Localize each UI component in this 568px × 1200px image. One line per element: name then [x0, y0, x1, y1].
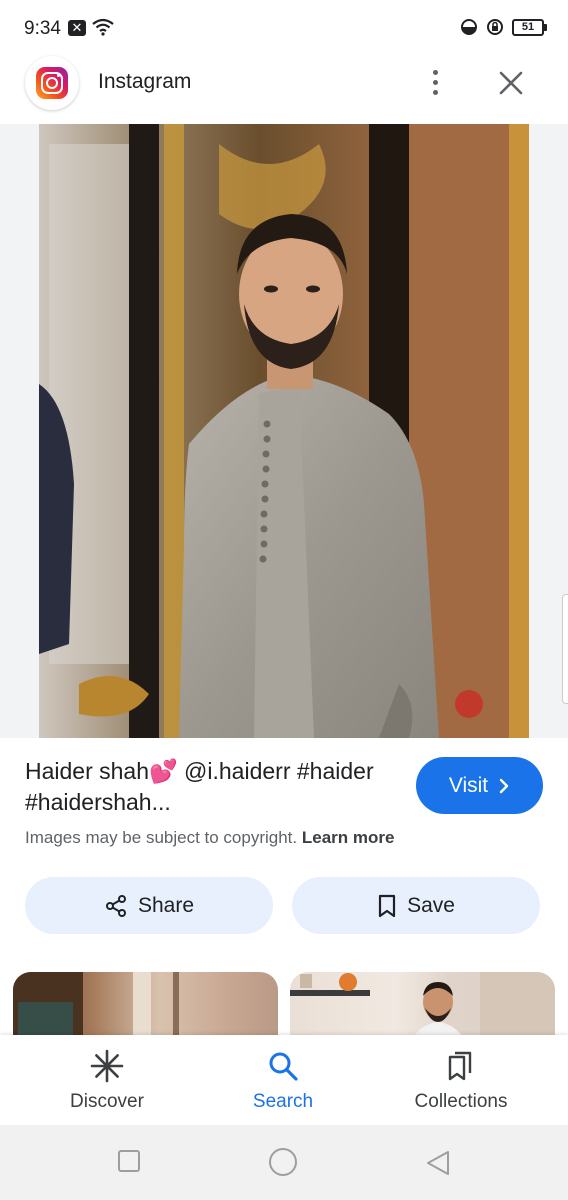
nav-collections[interactable]: Collections [381, 1049, 541, 1113]
save-label: Save [407, 893, 455, 917]
nav-collections-label: Collections [414, 1091, 508, 1112]
vpn-lock-icon [487, 19, 503, 35]
app-header: Instagram [0, 56, 568, 124]
data-saver-icon [461, 19, 477, 35]
learn-more-link[interactable]: Learn more [302, 828, 395, 847]
portrait-photo [39, 124, 529, 738]
nav-search-label: Search [252, 1091, 314, 1112]
collections-icon [448, 1051, 472, 1081]
asterisk-icon [90, 1049, 124, 1083]
system-navigation-bar [0, 1125, 568, 1200]
share-label: Share [137, 893, 195, 917]
related-image-thumbnail[interactable] [290, 972, 555, 1042]
image-viewer[interactable] [0, 124, 568, 738]
search-icon [269, 1052, 298, 1081]
nav-discover-label: Discover [70, 1091, 144, 1112]
related-photo-1 [13, 972, 179, 1042]
visit-label: Visit [448, 773, 489, 797]
side-scroll-handle[interactable] [562, 594, 568, 704]
battery-icon: 51 [512, 18, 547, 36]
back-triangle-icon[interactable] [424, 1149, 452, 1177]
nav-search[interactable]: Search [203, 1049, 363, 1113]
status-bar: 9:34 ✕ 51 [0, 0, 568, 56]
save-button[interactable]: Save [292, 877, 540, 934]
chevron-right-icon [499, 778, 509, 793]
share-button[interactable]: Share [25, 877, 273, 934]
status-icons: 51 [460, 18, 547, 36]
nav-discover[interactable]: Discover [27, 1049, 187, 1113]
more-vert-icon[interactable] [420, 62, 450, 102]
close-icon[interactable] [492, 64, 530, 102]
share-icon [105, 894, 126, 917]
copyright-text: Images may be subject to copyright. [25, 828, 298, 847]
status-time: 9:34 [24, 18, 61, 39]
home-circle-icon[interactable] [268, 1147, 298, 1177]
result-image[interactable] [39, 124, 529, 738]
visit-button[interactable]: Visit [416, 757, 543, 814]
bottom-navigation: Discover Search Collections [0, 1035, 568, 1125]
related-photo-2 [290, 972, 555, 1042]
related-image-thumbnail[interactable] [13, 972, 278, 1042]
source-title[interactable]: Instagram [98, 70, 191, 94]
instagram-logo-icon[interactable] [25, 56, 79, 110]
recents-square-icon[interactable] [117, 1149, 141, 1173]
x-box-icon: ✕ [68, 20, 86, 36]
result-caption[interactable]: Haider shah💕 @i.haiderr #haider #haiders… [25, 756, 395, 818]
copyright-notice: Images may be subject to copyright. Lear… [25, 828, 394, 848]
bookmark-icon [378, 894, 396, 917]
wifi-icon [92, 18, 114, 36]
